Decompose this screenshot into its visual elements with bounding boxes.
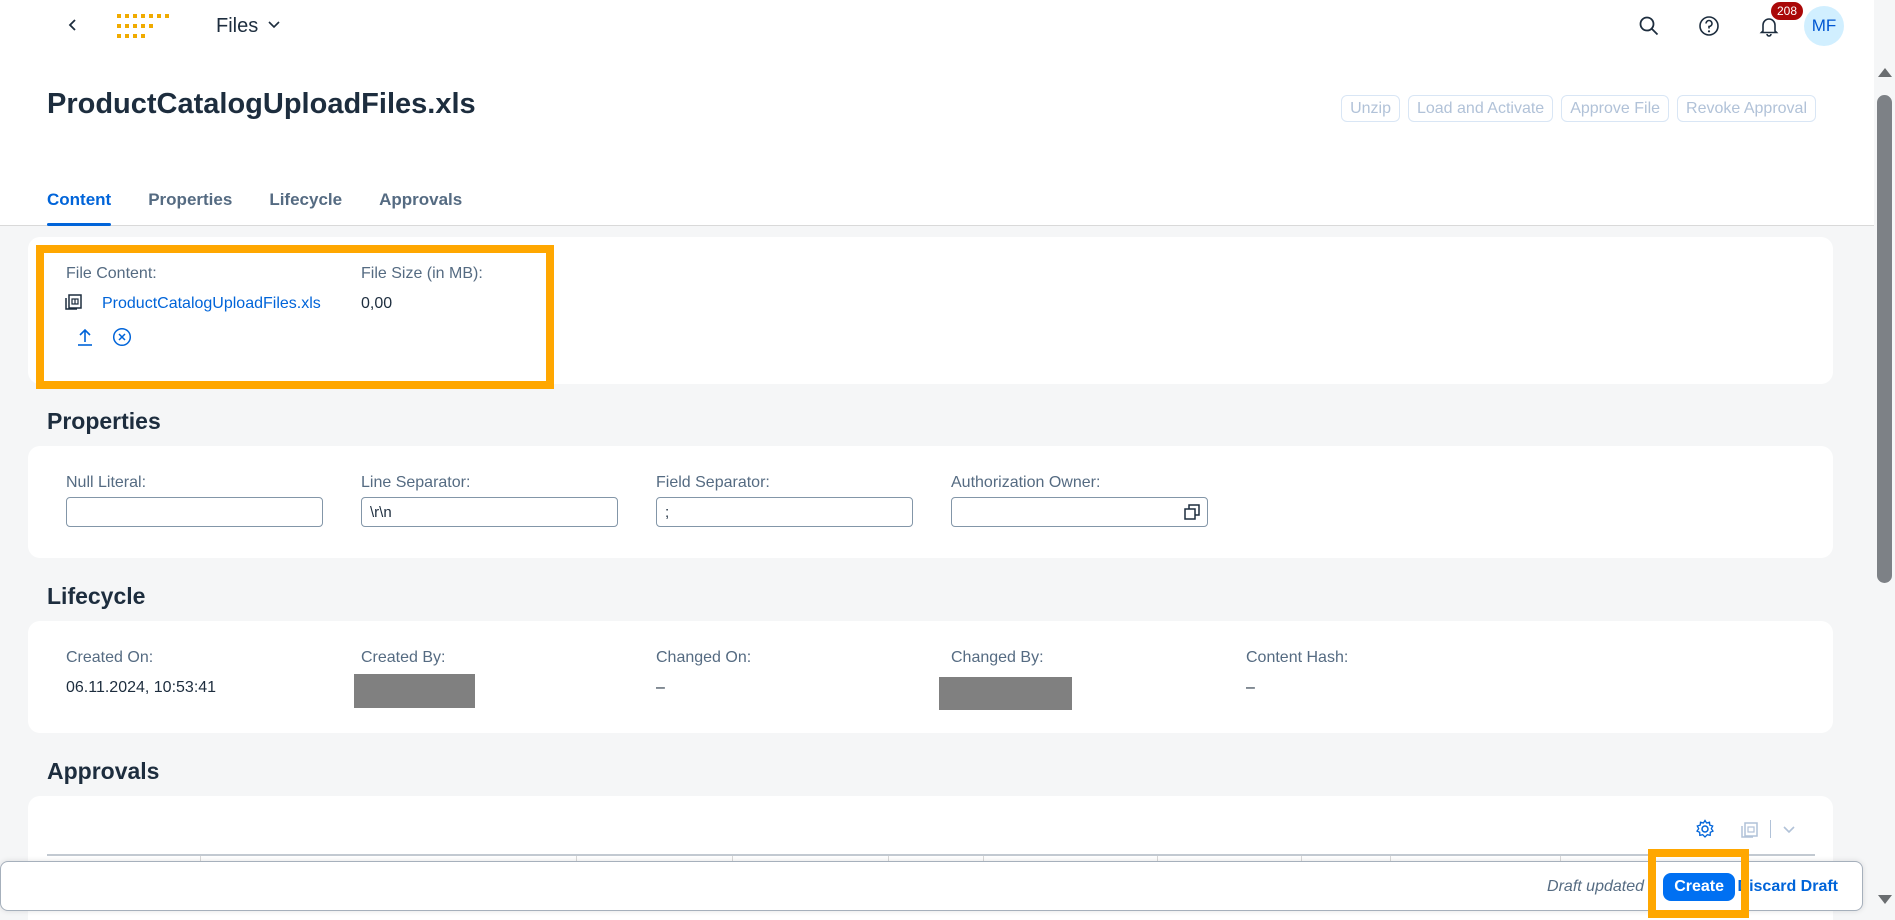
app-title-menu[interactable]: Files bbox=[216, 12, 282, 40]
null-literal-label: Null Literal: bbox=[66, 474, 147, 491]
approve-file-button[interactable]: Approve File bbox=[1561, 95, 1670, 122]
changed-on-label: Changed On: bbox=[656, 649, 752, 666]
vertical-scrollbar[interactable] bbox=[1874, 58, 1895, 920]
changed-by-redacted bbox=[939, 677, 1072, 710]
created-by-label: Created By: bbox=[361, 649, 446, 666]
chevron-down-icon[interactable] bbox=[1777, 817, 1801, 841]
footer-toolbar: Draft updated Create Discard Draft bbox=[0, 861, 1863, 911]
content-hash-value: – bbox=[1246, 679, 1255, 696]
help-icon[interactable] bbox=[1693, 10, 1725, 42]
file-size-label: File Size (in MB): bbox=[361, 265, 483, 282]
chevron-down-icon bbox=[266, 15, 282, 38]
load-and-activate-button[interactable]: Load and Activate bbox=[1407, 95, 1554, 122]
app-title: Files bbox=[216, 14, 259, 37]
toolbar-separator bbox=[1770, 820, 1771, 838]
file-content-label: File Content: bbox=[66, 265, 157, 282]
search-icon[interactable] bbox=[1633, 10, 1665, 42]
scroll-down-arrow[interactable] bbox=[1878, 895, 1892, 904]
approvals-title: Approvals bbox=[47, 758, 160, 784]
create-button[interactable]: Create bbox=[1663, 873, 1735, 901]
tab-content[interactable]: Content bbox=[47, 190, 112, 226]
authorization-owner-input[interactable] bbox=[951, 497, 1208, 527]
tab-lifecycle[interactable]: Lifecycle bbox=[269, 190, 342, 226]
scroll-up-arrow[interactable] bbox=[1878, 68, 1892, 77]
shell-bar: Files 208 MF bbox=[0, 0, 1874, 52]
section-tabs: Content Properties Lifecycle Approvals bbox=[47, 190, 462, 226]
unzip-button[interactable]: Unzip bbox=[1341, 95, 1400, 122]
changed-by-label: Changed By: bbox=[951, 649, 1044, 666]
null-literal-input[interactable] bbox=[66, 497, 323, 527]
tab-approvals[interactable]: Approvals bbox=[379, 190, 462, 226]
field-separator-input[interactable] bbox=[656, 497, 913, 527]
changed-on-value: – bbox=[656, 679, 665, 696]
back-icon[interactable] bbox=[62, 14, 84, 36]
avatar[interactable]: MF bbox=[1804, 6, 1844, 46]
settings-icon[interactable] bbox=[1693, 817, 1717, 841]
line-separator-input[interactable] bbox=[361, 497, 618, 527]
tab-properties[interactable]: Properties bbox=[148, 190, 232, 226]
notification-badge: 208 bbox=[1771, 2, 1804, 20]
properties-title: Properties bbox=[47, 408, 161, 434]
lifecycle-title: Lifecycle bbox=[47, 583, 146, 609]
lifecycle-card bbox=[28, 621, 1833, 733]
authorization-owner-field bbox=[951, 497, 1208, 527]
file-icon bbox=[63, 290, 85, 312]
file-size-value: 0,00 bbox=[361, 295, 393, 312]
scroll-thumb[interactable] bbox=[1877, 95, 1892, 583]
upload-icon[interactable] bbox=[73, 325, 97, 349]
revoke-approval-button[interactable]: Revoke Approval bbox=[1677, 95, 1816, 122]
page-title: ProductCatalogUploadFiles.xls bbox=[47, 88, 476, 120]
created-by-redacted bbox=[354, 674, 475, 708]
line-separator-label: Line Separator: bbox=[361, 474, 471, 491]
file-name-link[interactable]: ProductCatalogUploadFiles.xls bbox=[102, 295, 321, 313]
created-on-value: 06.11.2024, 10:53:41 bbox=[66, 679, 217, 696]
value-help-icon[interactable] bbox=[1182, 502, 1202, 522]
discard-draft-button[interactable]: Discard Draft bbox=[1734, 873, 1842, 901]
header-actions: Unzip Load and Activate Approve File Rev… bbox=[1341, 95, 1816, 122]
copy-icon[interactable] bbox=[1738, 817, 1762, 841]
content-hash-label: Content Hash: bbox=[1246, 649, 1349, 666]
company-logo[interactable] bbox=[117, 14, 173, 38]
notifications-button[interactable]: 208 bbox=[1753, 2, 1804, 42]
clear-icon[interactable] bbox=[110, 325, 134, 349]
draft-status: Draft updated bbox=[1547, 878, 1644, 895]
field-separator-label: Field Separator: bbox=[656, 474, 770, 491]
authorization-owner-label: Authorization Owner: bbox=[951, 474, 1101, 491]
created-on-label: Created On: bbox=[66, 649, 154, 666]
object-page-header: ProductCatalogUploadFiles.xls Unzip Load… bbox=[0, 52, 1874, 226]
table-header-line bbox=[47, 854, 1815, 856]
